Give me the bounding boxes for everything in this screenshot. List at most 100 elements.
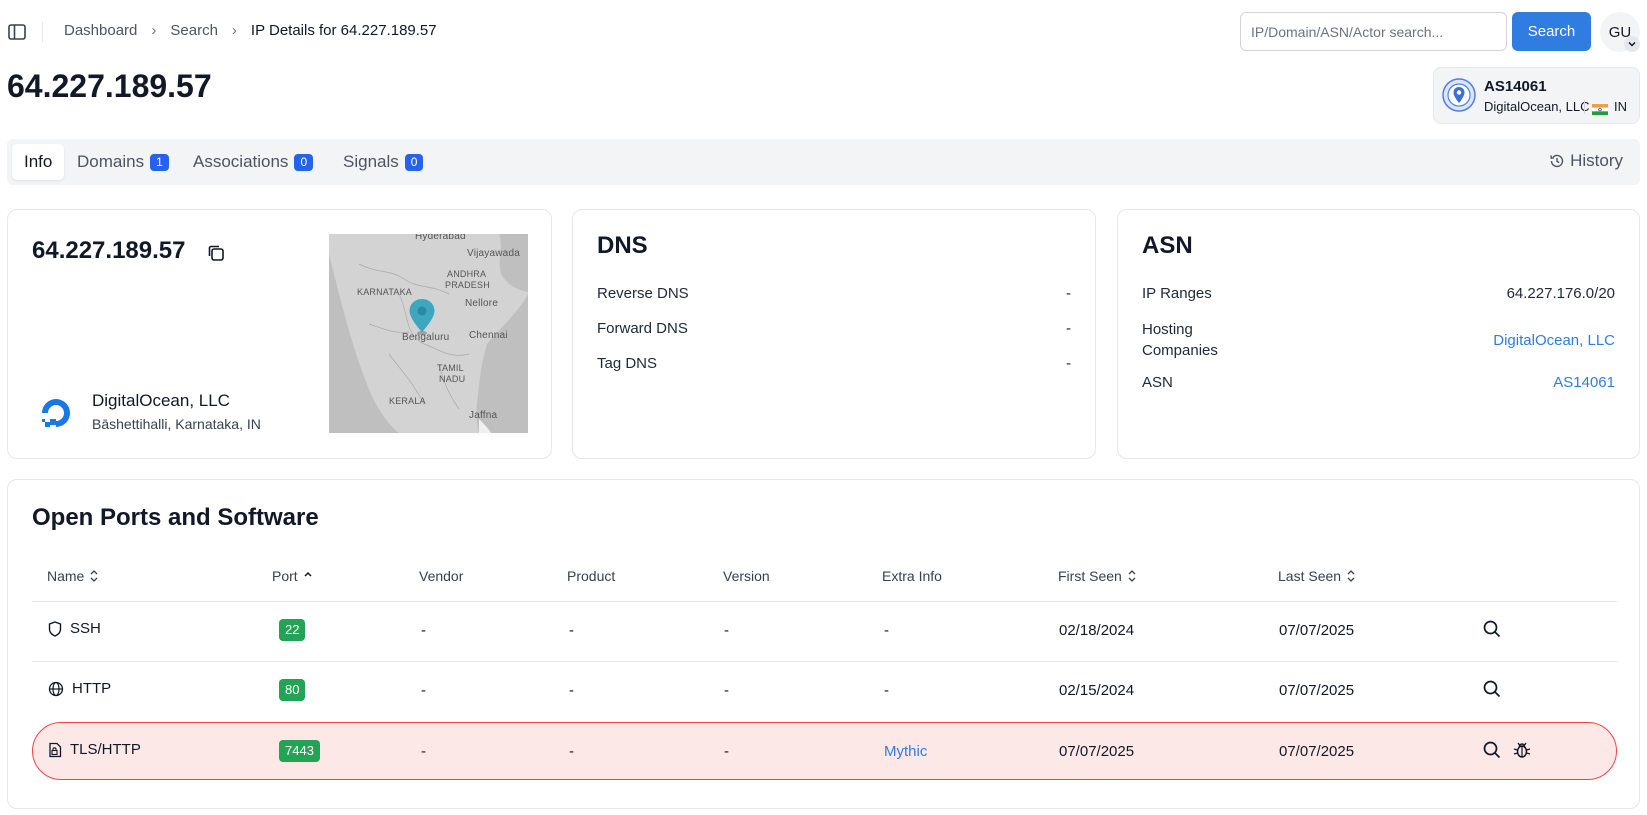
count-badge: 0 bbox=[294, 153, 314, 171]
search-icon[interactable] bbox=[1482, 740, 1502, 760]
ip-ranges-label: IP Ranges bbox=[1142, 285, 1212, 302]
breadcrumb: Dashboard › Search › IP Details for 64.2… bbox=[64, 22, 437, 39]
dns-label: Reverse DNS bbox=[597, 285, 689, 302]
asn-badge[interactable]: AS14061 DigitalOcean, LLC IN bbox=[1433, 67, 1640, 124]
version-cell: - bbox=[724, 622, 729, 639]
page-title: 64.227.189.57 bbox=[7, 68, 212, 104]
tab-label: Associations bbox=[193, 152, 289, 171]
map-label: KERALA bbox=[389, 396, 426, 406]
dns-row: Tag DNS - bbox=[597, 355, 1071, 372]
india-flag-icon bbox=[1592, 102, 1608, 115]
sort-ascending-icon bbox=[304, 571, 312, 577]
breadcrumb-current: IP Details for 64.227.189.57 bbox=[250, 22, 437, 39]
dns-title: DNS bbox=[597, 232, 648, 259]
vendor-cell: - bbox=[421, 743, 426, 760]
country-code: IN bbox=[1614, 99, 1627, 114]
tab-signals[interactable]: Signals 0 bbox=[331, 144, 435, 180]
column-header-port[interactable]: Port bbox=[272, 568, 313, 584]
header-label: Port bbox=[272, 568, 298, 584]
hosting-label-line: Hosting bbox=[1142, 321, 1193, 338]
dns-label: Forward DNS bbox=[597, 320, 688, 337]
table-row[interactable]: SSH 22 - - - - 02/18/2024 07/07/2025 bbox=[32, 602, 1617, 660]
port-name: HTTP bbox=[48, 680, 111, 697]
history-button[interactable]: History bbox=[1549, 151, 1623, 171]
history-icon bbox=[1550, 154, 1564, 168]
asn-org: DigitalOcean, LLC bbox=[1484, 99, 1590, 114]
hosting-label-line: Companies bbox=[1142, 342, 1218, 359]
table-row-flagged[interactable]: TLS/HTTP 7443 - - - Mythic 07/07/2025 07… bbox=[32, 722, 1617, 780]
map-label: KARNATAKA bbox=[357, 287, 412, 297]
chevron-down-icon[interactable] bbox=[1624, 36, 1640, 52]
header-label: First Seen bbox=[1058, 568, 1122, 584]
dns-value: - bbox=[1066, 355, 1071, 372]
map-label: NADU bbox=[439, 374, 466, 384]
asn-label: ASN bbox=[1142, 374, 1173, 391]
dns-card: DNS Reverse DNS - Forward DNS - Tag DNS … bbox=[572, 209, 1096, 459]
asn-number: AS14061 bbox=[1484, 78, 1547, 95]
search-icon[interactable] bbox=[1482, 619, 1502, 639]
shield-icon bbox=[48, 620, 62, 637]
vendor-cell: - bbox=[421, 682, 426, 699]
search-input[interactable] bbox=[1240, 12, 1507, 51]
header-label: Version bbox=[723, 568, 770, 584]
sidebar-toggle-icon[interactable] bbox=[8, 24, 26, 40]
column-header-name[interactable]: Name bbox=[47, 568, 99, 584]
tab-label: Domains bbox=[77, 152, 145, 171]
top-bar: Dashboard › Search › IP Details for 64.2… bbox=[0, 0, 1647, 64]
bug-icon[interactable] bbox=[1512, 740, 1532, 760]
port-badge: 7443 bbox=[279, 740, 320, 762]
column-header-first-seen[interactable]: First Seen bbox=[1058, 568, 1137, 584]
file-lock-icon bbox=[49, 742, 62, 757]
header-label: Name bbox=[47, 568, 85, 584]
tab-domains[interactable]: Domains 1 bbox=[65, 144, 181, 180]
tab-bar: Info Domains 1 Associations 0 Signals 0 … bbox=[7, 139, 1640, 185]
column-header-last-seen[interactable]: Last Seen bbox=[1278, 568, 1356, 584]
map-label: Chennai bbox=[469, 330, 508, 341]
hosting-company-link[interactable]: DigitalOcean, LLC bbox=[1493, 332, 1615, 349]
header-label: Vendor bbox=[419, 568, 464, 584]
last-seen-cell: 07/07/2025 bbox=[1279, 622, 1355, 639]
service-name: SSH bbox=[70, 620, 101, 637]
extra-info-cell: - bbox=[884, 622, 889, 639]
history-label: History bbox=[1570, 151, 1623, 170]
port-badge: 22 bbox=[279, 619, 306, 641]
breadcrumb-search[interactable]: Search bbox=[170, 22, 218, 39]
column-header-product: Product bbox=[567, 568, 615, 584]
column-header-version: Version bbox=[723, 568, 770, 584]
search-button[interactable]: Search bbox=[1512, 12, 1591, 51]
globe-icon bbox=[48, 681, 64, 696]
breadcrumb-dashboard[interactable]: Dashboard bbox=[64, 22, 137, 39]
map-label: ANDHRA bbox=[447, 269, 487, 279]
location-map[interactable]: Hyderabad Vijayawada ANDHRA PRADESH KARN… bbox=[329, 234, 528, 433]
map-pin-icon bbox=[408, 298, 436, 341]
last-seen-cell: 07/07/2025 bbox=[1279, 743, 1355, 760]
column-header-vendor: Vendor bbox=[419, 568, 463, 584]
divider bbox=[42, 22, 43, 42]
search-icon[interactable] bbox=[1482, 679, 1502, 699]
tab-info[interactable]: Info bbox=[12, 144, 65, 180]
version-cell: - bbox=[724, 743, 729, 760]
chevron-right-icon: › bbox=[231, 22, 237, 39]
dns-value: - bbox=[1066, 285, 1071, 302]
port-badge: 80 bbox=[279, 679, 306, 701]
port-name: TLS/HTTP bbox=[48, 741, 141, 758]
tab-label: Info bbox=[24, 152, 53, 171]
map-label: Hyderabad bbox=[415, 234, 466, 242]
divider bbox=[1584, 100, 1585, 114]
vendor-cell: - bbox=[421, 622, 426, 639]
port-name: SSH bbox=[48, 620, 101, 637]
tab-associations[interactable]: Associations 0 bbox=[181, 144, 325, 180]
dns-label: Tag DNS bbox=[597, 355, 658, 372]
table-row[interactable]: HTTP 80 - - - - 02/15/2024 07/07/2025 bbox=[32, 662, 1617, 720]
asn-link[interactable]: AS14061 bbox=[1553, 374, 1615, 391]
product-cell: - bbox=[569, 743, 574, 760]
copy-icon[interactable] bbox=[206, 243, 226, 263]
dns-value: - bbox=[1066, 320, 1071, 337]
service-name: TLS/HTTP bbox=[70, 741, 141, 758]
digitalocean-logo-icon bbox=[36, 393, 76, 433]
hosting-companies-label: Hosting Companies bbox=[1142, 319, 1218, 361]
extra-info-link[interactable]: Mythic bbox=[884, 743, 927, 760]
map-label: TAMIL bbox=[437, 363, 464, 373]
map-label: Vijayawada bbox=[467, 248, 520, 259]
asn-row: Hosting Companies DigitalOcean, LLC bbox=[1142, 319, 1615, 361]
